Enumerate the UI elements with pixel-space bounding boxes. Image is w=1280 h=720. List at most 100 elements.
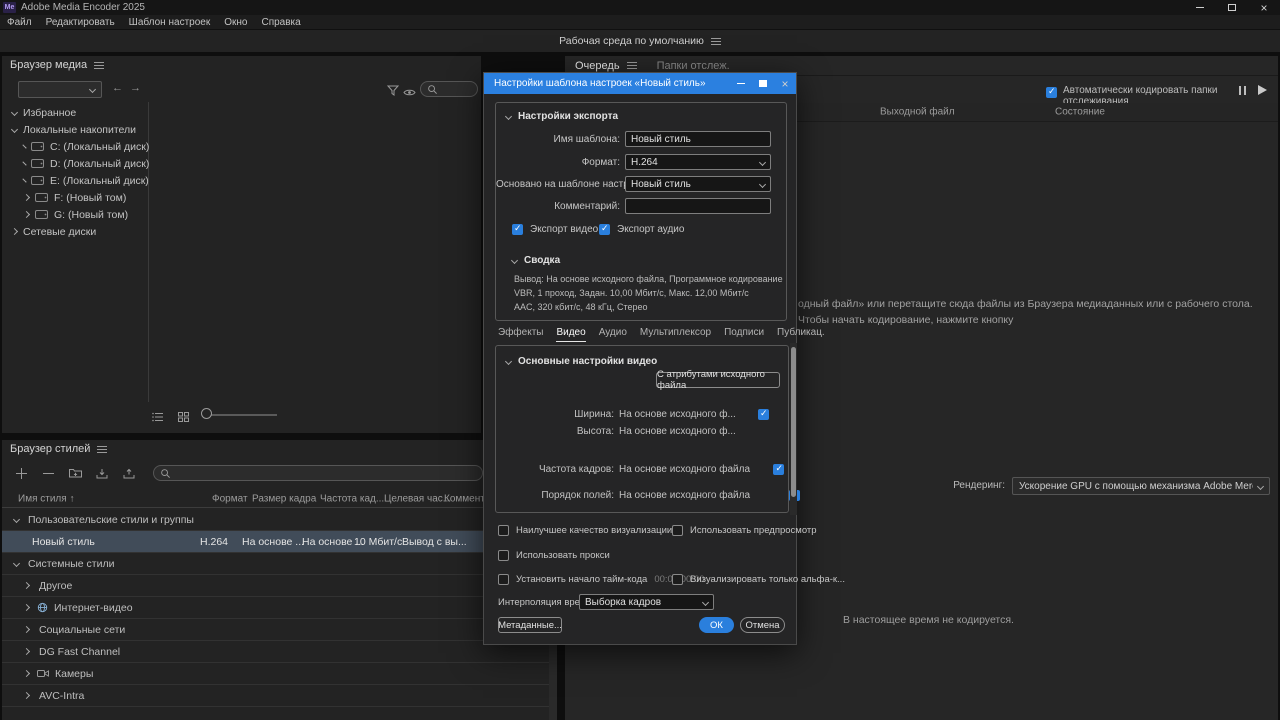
tab-multiplexer[interactable]: Мультиплексор [640,327,711,342]
export-settings-section[interactable]: Настройки экспорта [506,111,618,122]
search-input[interactable] [442,84,471,95]
list-view-icon[interactable] [152,409,164,427]
dialog-maximize-button[interactable] [752,73,774,94]
chevron-down-icon[interactable] [13,560,20,567]
preset-group-web-video[interactable]: Интернет-видео [2,597,557,619]
thumbnail-view-icon[interactable] [178,409,189,427]
export-preset-button[interactable] [122,466,136,480]
tab-captions[interactable]: Подписи [724,327,764,342]
chevron-right-icon[interactable] [23,211,30,218]
play-icon[interactable] [1258,85,1267,95]
chevron-right-icon[interactable] [23,648,30,655]
panel-menu-icon[interactable] [627,62,637,69]
panel-menu-icon[interactable] [97,446,107,453]
pause-icon[interactable] [1239,86,1246,95]
create-preset-button[interactable] [14,466,28,480]
preset-row-selected[interactable]: Новый стиль H.264 На основе ... На основ… [2,531,557,553]
time-interpolation-select[interactable]: Выборка кадров [579,594,714,610]
panel-menu-icon[interactable] [711,38,721,45]
renderer-dropdown[interactable]: Ускорение GPU с помощью механизма Adobe … [1012,477,1270,495]
render-alpha-checkbox[interactable] [672,574,683,585]
tree-item-drive-g[interactable]: G: (Новый том) [2,206,148,223]
column-output-file[interactable]: Выходной файл [880,107,955,118]
best-quality-checkbox[interactable] [498,525,509,536]
preset-search-box[interactable] [153,465,483,481]
chevron-right-icon[interactable] [23,582,30,589]
tab-video[interactable]: Видео [556,327,585,342]
menu-preset[interactable]: Шаблон настроек [122,15,218,29]
forward-arrow-icon[interactable] [130,82,141,94]
column-format[interactable]: Формат [212,493,248,504]
media-search-box[interactable] [420,81,478,97]
chevron-right-icon[interactable] [23,670,30,677]
summary-section[interactable]: Сводка [512,255,560,266]
menu-window[interactable]: Окно [217,15,254,29]
preset-group-dg-fast-channel[interactable]: DG Fast Channel [2,641,557,663]
tab-effects[interactable]: Эффекты [498,327,543,342]
dialog-close-button[interactable]: × [774,73,796,94]
column-status[interactable]: Состояние [1055,107,1105,118]
metadata-button[interactable]: Метаданные... [498,617,562,633]
tree-item-drive-f[interactable]: F: (Новый том) [2,189,148,206]
maximize-button[interactable] [1216,0,1248,15]
chevron-right-icon[interactable] [23,692,30,699]
chevron-right-icon[interactable] [23,194,30,201]
chevron-right-icon[interactable] [22,161,26,165]
search-input[interactable] [175,468,476,479]
preset-name-input[interactable] [625,131,771,147]
filter-icon[interactable] [387,83,399,101]
basic-video-settings-section[interactable]: Основные настройки видео [506,356,657,367]
tree-item-drive-e[interactable]: E: (Локальный диск) [2,172,148,189]
minimize-button[interactable] [1184,0,1216,15]
scrollbar-thumb[interactable] [791,347,796,497]
column-frame-rate[interactable]: Частота кад... [320,493,384,504]
frame-rate-source-checkbox[interactable] [773,464,784,475]
panel-menu-icon[interactable] [94,62,104,69]
dialog-scrollbar[interactable] [790,343,797,515]
chevron-down-icon[interactable] [505,358,512,365]
chevron-right-icon[interactable] [11,228,18,235]
dialog-minimize-button[interactable] [730,73,752,94]
chevron-down-icon[interactable] [11,109,18,116]
preset-group-avc-intra[interactable]: AVC-Intra [2,685,557,707]
chevron-down-icon[interactable] [11,126,18,133]
menu-help[interactable]: Справка [254,15,307,29]
preset-group-user[interactable]: Пользовательские стили и группы [2,509,557,531]
format-select[interactable]: H.264 [625,154,771,170]
menu-file[interactable]: Файл [0,15,39,29]
match-source-button[interactable]: С атрибутами исходного файла [656,372,780,388]
eye-icon[interactable] [403,84,416,102]
use-proxies-checkbox[interactable] [498,550,509,561]
tree-item-local-drives[interactable]: Локальные накопители [2,121,148,138]
auto-encode-checkbox[interactable] [1046,87,1057,98]
tab-publish[interactable]: Публикац. [777,327,825,342]
menu-edit[interactable]: Редактировать [39,15,122,29]
media-view-dropdown[interactable] [18,81,102,98]
chevron-right-icon[interactable] [22,178,26,182]
preset-group-social[interactable]: Социальные сети [2,619,557,641]
chevron-right-icon[interactable] [23,604,30,611]
cancel-button[interactable]: Отмена [740,617,785,633]
export-audio-checkbox[interactable] [599,224,610,235]
chevron-right-icon[interactable] [23,626,30,633]
column-name[interactable]: Имя стиля ↑ [18,493,74,504]
start-timecode-checkbox[interactable] [498,574,509,585]
column-target-rate[interactable]: Целевая час... [384,493,451,504]
tree-item-favorites[interactable]: Избранное [2,104,148,121]
chevron-down-icon[interactable] [13,516,20,523]
ok-button[interactable]: ОК [699,617,734,633]
export-video-checkbox[interactable] [512,224,523,235]
chevron-down-icon[interactable] [505,113,512,120]
tree-item-drive-d[interactable]: D: (Локальный диск) [2,155,148,172]
back-arrow-icon[interactable] [112,82,123,94]
comment-input[interactable] [625,198,771,214]
tree-item-network-drives[interactable]: Сетевые диски [2,223,148,240]
zoom-slider-track[interactable] [204,414,277,416]
preset-group-system[interactable]: Системные стили [2,553,557,575]
column-frame-size[interactable]: Размер кадра [252,493,316,504]
tree-item-drive-c[interactable]: C: (Локальный диск) [2,138,148,155]
zoom-slider-knob[interactable] [201,408,212,419]
based-on-select[interactable]: Новый стиль [625,176,771,192]
chevron-right-icon[interactable] [22,144,26,148]
width-source-checkbox[interactable] [758,409,769,420]
